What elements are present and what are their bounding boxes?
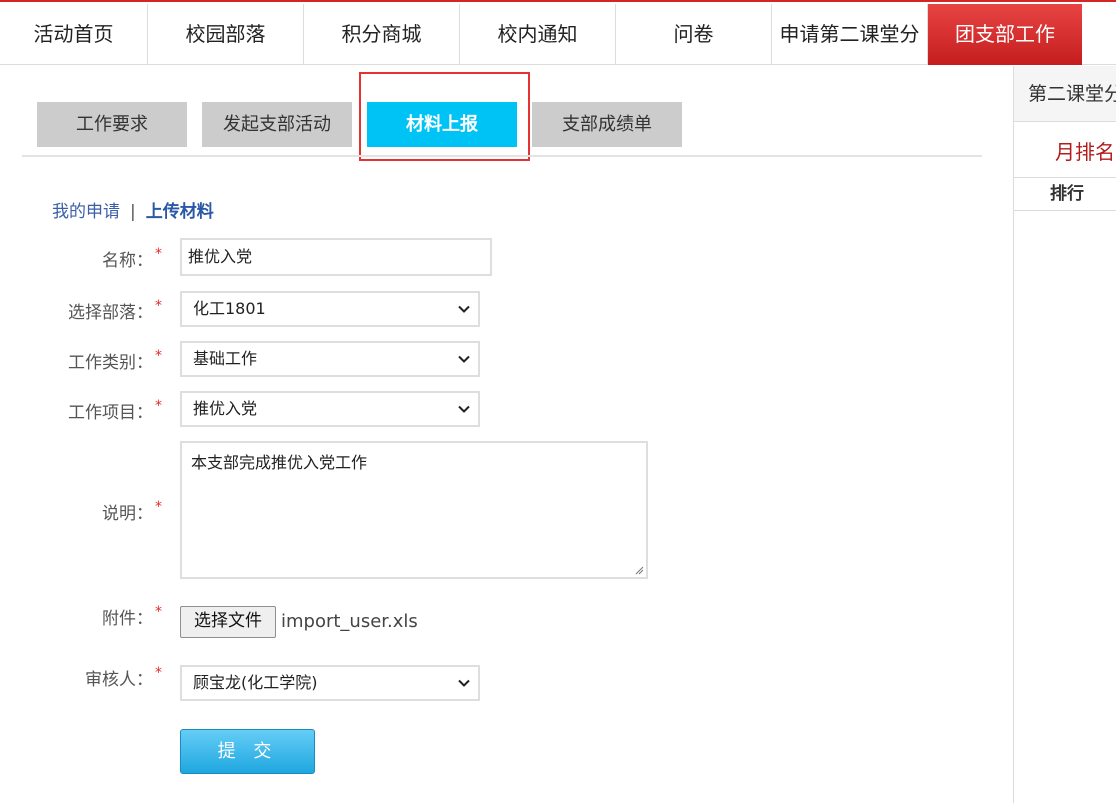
tribe-label: 选择部落： *	[68, 298, 162, 323]
project-select[interactable]: 推优入党	[180, 391, 480, 427]
resize-handle-icon[interactable]	[634, 565, 644, 575]
name-label: 名称： *	[102, 246, 162, 271]
reviewer-select-value: 顾宝龙(化工学院)	[193, 673, 318, 692]
category-select[interactable]: 基础工作	[180, 341, 480, 377]
nav-item-second-classroom[interactable]: 申请第二课堂分	[772, 4, 928, 65]
description-text: 本支部完成推优入党工作	[191, 453, 368, 472]
tribe-select-value: 化工1801	[193, 299, 266, 318]
required-mark: *	[155, 298, 162, 314]
breadcrumb-separator: |	[130, 202, 136, 222]
category-select-value: 基础工作	[193, 349, 258, 368]
nav-item-branch-work[interactable]: 团支部工作	[928, 4, 1082, 65]
description-label: 说明： *	[102, 499, 162, 524]
tab-work-requirements[interactable]: 工作要求	[37, 102, 187, 147]
chevron-down-icon	[458, 355, 470, 363]
category-label: 工作类别： *	[68, 348, 162, 373]
chevron-down-icon	[458, 679, 470, 687]
nav-item-home[interactable]: 活动首页	[0, 4, 148, 65]
selected-file-name: import_user.xls	[281, 611, 418, 632]
required-mark: *	[155, 604, 162, 620]
breadcrumb-upload-materials[interactable]: 上传材料	[146, 202, 214, 222]
name-input[interactable]: 推优入党	[180, 238, 492, 276]
nav-item-points-mall[interactable]: 积分商城	[304, 4, 460, 65]
tabs-divider	[22, 155, 982, 157]
tab-start-branch-activity[interactable]: 发起支部活动	[202, 102, 352, 147]
right-panel-title: 第二课堂分	[1014, 66, 1116, 122]
required-mark: *	[155, 246, 162, 262]
submit-button[interactable]: 提 交	[180, 729, 315, 774]
attachment-label: 附件： *	[102, 604, 162, 629]
breadcrumb-my-applications-link[interactable]: 我的申请	[52, 202, 120, 222]
nav-item-notices[interactable]: 校内通知	[460, 4, 616, 65]
chevron-down-icon	[458, 305, 470, 313]
required-mark: *	[155, 499, 162, 515]
choose-file-button[interactable]: 选择文件	[180, 606, 276, 638]
required-mark: *	[155, 398, 162, 414]
reviewer-select[interactable]: 顾宝龙(化工学院)	[180, 665, 480, 701]
nav-item-survey[interactable]: 问卷	[616, 4, 772, 65]
reviewer-label: 审核人： *	[85, 665, 162, 690]
ranking-column-header: 排行	[1014, 177, 1116, 211]
description-textarea[interactable]: 本支部完成推优入党工作	[180, 441, 648, 579]
tab-branch-scorecard[interactable]: 支部成绩单	[532, 102, 682, 147]
tribe-select[interactable]: 化工1801	[180, 291, 480, 327]
monthly-ranking-title[interactable]: 月排名	[1055, 136, 1115, 165]
required-mark: *	[155, 665, 162, 681]
active-tab-highlight-box	[359, 72, 530, 161]
project-label: 工作项目： *	[68, 398, 162, 423]
project-select-value: 推优入党	[193, 399, 258, 418]
breadcrumb: 我的申请 | 上传材料	[52, 197, 214, 222]
nav-item-campus-tribe[interactable]: 校园部落	[148, 4, 304, 65]
required-mark: *	[155, 348, 162, 364]
top-nav: 活动首页 校园部落 积分商城 校内通知 问卷 申请第二课堂分 团支部工作	[0, 0, 1116, 65]
chevron-down-icon	[458, 405, 470, 413]
